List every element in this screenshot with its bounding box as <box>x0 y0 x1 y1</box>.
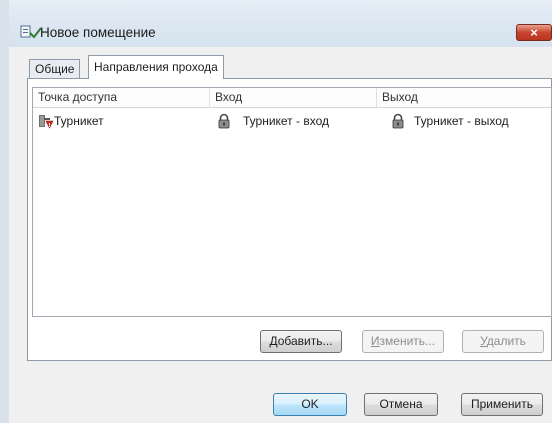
edit-button-label: зменить... <box>379 334 436 348</box>
tab-passage-directions[interactable]: Направления прохода <box>88 55 224 79</box>
add-button-label: обавить... <box>277 334 333 348</box>
add-button-mnemonic: Д <box>269 334 278 348</box>
column-header-entry[interactable]: Вход <box>210 88 377 107</box>
title-bar: Новое помещение × <box>9 0 552 47</box>
ok-button[interactable]: OK <box>273 393 347 416</box>
cell-entry: Турникет - вход <box>243 114 329 128</box>
table-row[interactable]: Турникет Турникет - вход Турникет - выхо… <box>33 111 551 131</box>
passage-directions-list[interactable]: Точка доступа Вход Выход Турникет Турник… <box>32 87 552 317</box>
cell-access-point: Турникет <box>54 114 104 128</box>
close-button[interactable]: × <box>516 24 552 41</box>
column-header-exit[interactable]: Выход <box>377 88 551 107</box>
background-window-edge <box>0 0 9 423</box>
turnstile-warning-icon <box>39 115 54 129</box>
cancel-button[interactable]: Отмена <box>364 393 438 416</box>
tab-general[interactable]: Общие <box>29 59 81 78</box>
delete-button[interactable]: Удалить <box>462 330 544 353</box>
lock-icon <box>218 113 230 129</box>
cell-exit: Турникет - выход <box>414 114 509 128</box>
apply-button[interactable]: Применить <box>461 393 543 416</box>
lock-icon <box>392 113 404 129</box>
column-header-access-point[interactable]: Точка доступа <box>33 88 210 107</box>
delete-button-label: далить <box>486 334 526 348</box>
edit-button[interactable]: Изменить... <box>362 330 444 353</box>
add-button[interactable]: Добавить... <box>260 330 342 353</box>
delete-button-mnemonic: У <box>480 334 487 348</box>
list-header: Точка доступа Вход Выход <box>33 88 551 108</box>
new-room-dialog: Новое помещение × Общие Направления прох… <box>9 0 552 423</box>
dialog-title: Новое помещение <box>40 25 156 40</box>
room-app-icon <box>20 25 42 39</box>
edit-button-mnemonic: И <box>370 334 380 348</box>
